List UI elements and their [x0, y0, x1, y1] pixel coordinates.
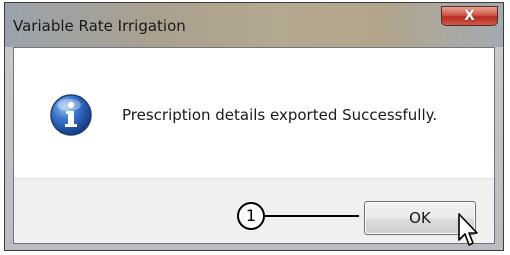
close-icon: X: [464, 8, 475, 24]
message-box-window: Variable Rate Irrigation X Prescription …: [4, 2, 504, 251]
callout-leader-line: [265, 215, 359, 217]
information-icon: [50, 94, 92, 136]
title-bar[interactable]: Variable Rate Irrigation X: [5, 3, 503, 47]
message-area: Prescription details exported Successful…: [14, 48, 494, 178]
close-button[interactable]: X: [441, 6, 498, 26]
mouse-pointer-icon: [458, 213, 478, 246]
window-title: Variable Rate Irrigation: [13, 17, 186, 35]
callout-annotation: 1: [237, 202, 367, 230]
message-text: Prescription details exported Successful…: [122, 106, 438, 124]
callout-number: 1: [237, 202, 265, 230]
